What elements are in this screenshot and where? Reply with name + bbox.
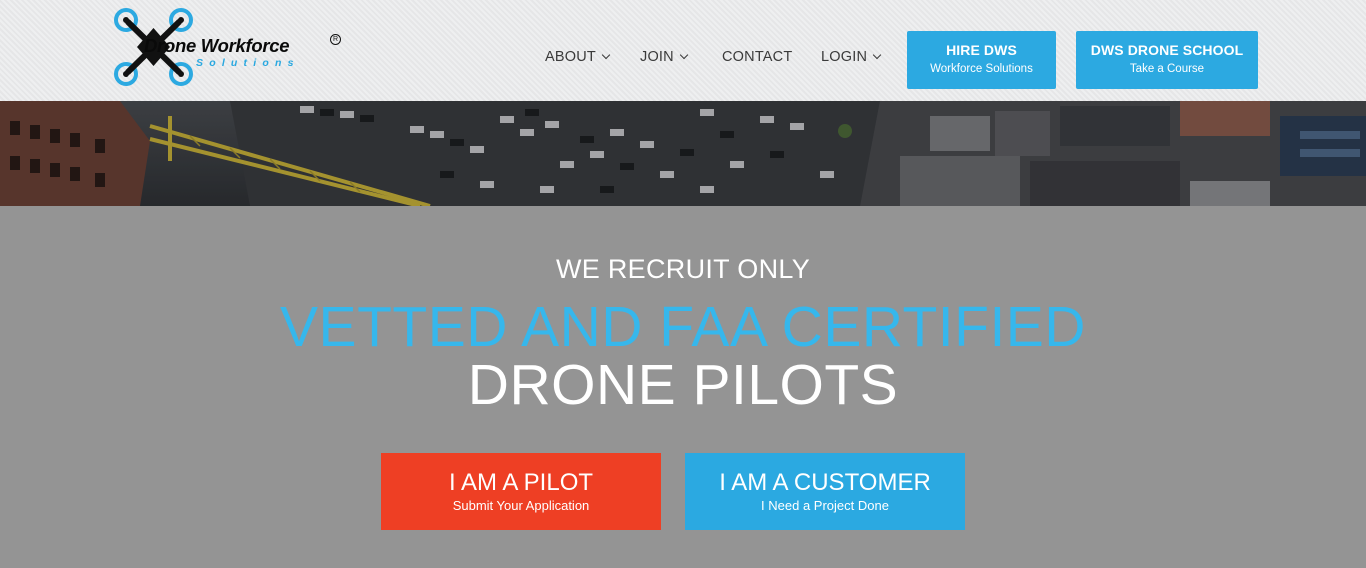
chevron-down-icon [601,50,611,59]
drone-school-subtitle: Take a Course [1129,63,1205,75]
registered-mark: R [330,34,341,45]
drone-school-button[interactable]: DWS DRONE SCHOOL Take a Course [1076,31,1258,89]
nav-contact[interactable]: CONTACT [722,48,792,66]
nav-contact-label: CONTACT [722,49,793,65]
pilot-button-subtitle: Submit Your Application [452,498,590,513]
chevron-down-icon [679,50,689,59]
customer-button-subtitle: I Need a Project Done [761,498,889,513]
nav-login[interactable]: LOGIN [821,48,882,66]
pilot-button-title: I AM A PILOT [448,469,594,496]
hire-dws-title: HIRE DWS [946,42,1017,58]
customer-button-title: I AM A CUSTOMER [719,469,931,496]
i-am-a-pilot-button[interactable]: I AM A PILOT Submit Your Application [381,453,661,530]
hire-dws-button[interactable]: HIRE DWS Workforce Solutions [907,31,1056,89]
hero-headline-white: DRONE PILOTS [467,353,899,417]
hire-dws-subtitle: Workforce Solutions [930,63,1033,75]
nav-login-label: LOGIN [821,49,868,65]
aerial-city-image [0,101,1366,206]
nav-join-label: JOIN [640,49,674,65]
site-header: Drone Workforce R Solutions ABOUT JOIN C… [0,0,1366,101]
nav-join[interactable]: JOIN [640,48,689,66]
i-am-a-customer-button[interactable]: I AM A CUSTOMER I Need a Project Done [685,453,965,530]
logo-subtitle: Solutions [196,57,300,69]
site-logo[interactable]: Drone Workforce R Solutions [112,6,344,90]
chevron-down-icon [872,50,882,59]
hero-headline-blue: VETTED AND FAA CERTIFIED [280,295,1086,359]
aerial-photo-banner [0,101,1366,206]
nav-about[interactable]: ABOUT [545,48,611,66]
hero-pretitle: WE RECRUIT ONLY [555,254,811,284]
nav-about-label: ABOUT [545,49,596,65]
hero-section: WE RECRUIT ONLY VETTED AND FAA CERTIFIED… [0,206,1366,568]
logo-name: Drone Workforce [144,35,290,56]
drone-school-title: DWS DRONE SCHOOL [1090,42,1244,58]
